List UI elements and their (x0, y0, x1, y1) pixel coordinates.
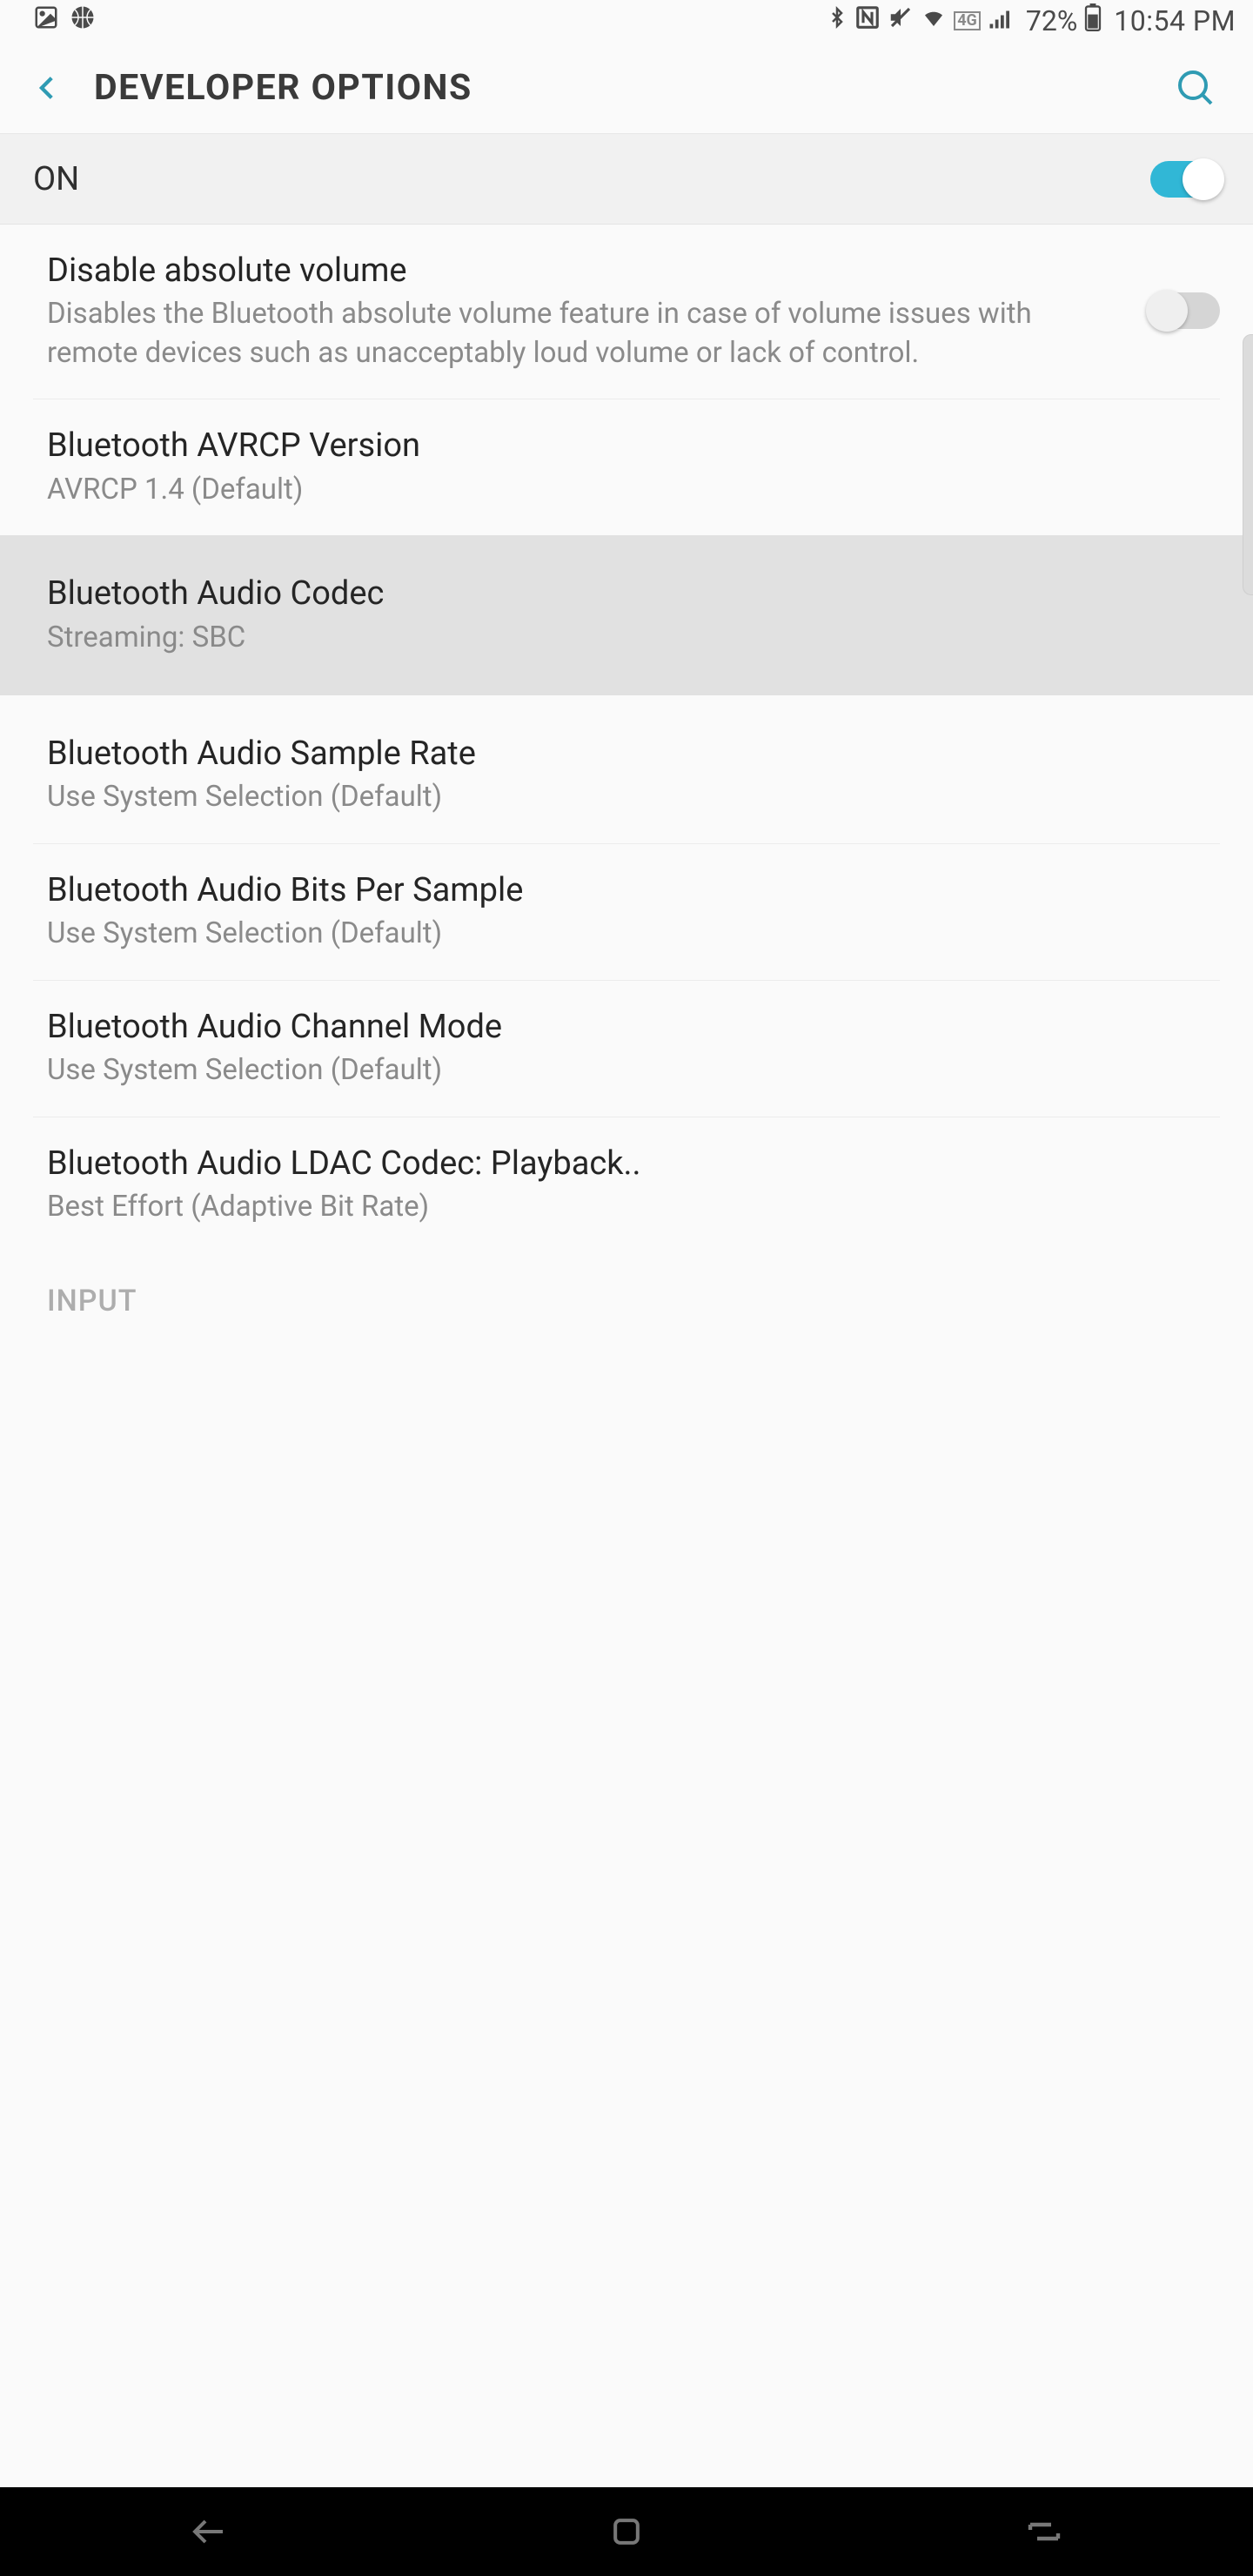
row-title: Bluetooth Audio Bits Per Sample (47, 869, 1220, 913)
row-title: Bluetooth AVRCP Version (47, 424, 1220, 468)
absolute-volume-switch[interactable] (1150, 292, 1220, 329)
settings-list: Disable absolute volume Disables the Blu… (0, 225, 1253, 1325)
app-bar: DEVELOPER OPTIONS (0, 42, 1253, 134)
row-title: Disable absolute volume (47, 249, 1129, 293)
navigation-bar (0, 2487, 1253, 2576)
picture-icon (33, 4, 59, 37)
wifi-icon (921, 4, 947, 37)
clock-text: 10:54 PM (1114, 4, 1236, 37)
row-subtitle: Best Effort (Adaptive Bit Rate) (47, 1188, 1220, 1227)
row-title: Bluetooth Audio Channel Mode (47, 1005, 1220, 1050)
row-subtitle: Use System Selection (Default) (47, 1051, 1220, 1090)
bluetooth-audio-codec-row[interactable]: Bluetooth Audio Codec Streaming: SBC (0, 535, 1253, 695)
bluetooth-ldac-row[interactable]: Bluetooth Audio LDAC Codec: Playback.. B… (0, 1117, 1253, 1253)
4g-indicator: 4G (954, 11, 981, 30)
bluetooth-bits-per-sample-row[interactable]: Bluetooth Audio Bits Per Sample Use Syst… (0, 844, 1253, 980)
basketball-icon (70, 4, 96, 37)
master-toggle-row[interactable]: ON (0, 134, 1253, 225)
row-title: Bluetooth Audio Sample Rate (47, 732, 1220, 776)
search-button[interactable] (1171, 64, 1220, 112)
bluetooth-avrcp-row[interactable]: Bluetooth AVRCP Version AVRCP 1.4 (Defau… (0, 399, 1253, 535)
row-subtitle: Streaming: SBC (47, 619, 1220, 658)
signal-icon (988, 4, 1014, 37)
mute-icon (888, 4, 914, 37)
page-title: DEVELOPER OPTIONS (94, 67, 1171, 109)
row-subtitle: Use System Selection (Default) (47, 915, 1220, 954)
status-left-icons (33, 4, 96, 37)
row-subtitle: AVRCP 1.4 (Default) (47, 471, 1220, 510)
battery-percent: 72% (1026, 4, 1077, 37)
row-title: Bluetooth Audio LDAC Codec: Playback.. (47, 1142, 1220, 1186)
section-header-input: INPUT (0, 1252, 1253, 1325)
status-right-icons: 4G 72% 10:54 PM (827, 3, 1236, 38)
bluetooth-channel-mode-row[interactable]: Bluetooth Audio Channel Mode Use System … (0, 981, 1253, 1117)
bluetooth-sample-rate-row[interactable]: Bluetooth Audio Sample Rate Use System S… (0, 695, 1253, 843)
row-title: Bluetooth Audio Codec (47, 572, 1220, 616)
master-switch[interactable] (1150, 161, 1220, 198)
status-bar: 4G 72% 10:54 PM (0, 0, 1253, 42)
back-button[interactable] (26, 66, 70, 110)
row-subtitle: Disables the Bluetooth absolute volume f… (47, 295, 1129, 372)
nav-home-button[interactable] (602, 2507, 651, 2556)
nav-recents-button[interactable] (1020, 2507, 1069, 2556)
bluetooth-icon (827, 4, 848, 37)
nav-back-button[interactable] (184, 2507, 233, 2556)
scroll-handle[interactable] (1243, 334, 1253, 595)
nfc-icon (854, 4, 881, 37)
master-toggle-label: ON (33, 160, 1150, 198)
battery-icon (1084, 3, 1102, 38)
row-subtitle: Use System Selection (Default) (47, 778, 1220, 817)
disable-absolute-volume-row[interactable]: Disable absolute volume Disables the Blu… (0, 225, 1253, 399)
